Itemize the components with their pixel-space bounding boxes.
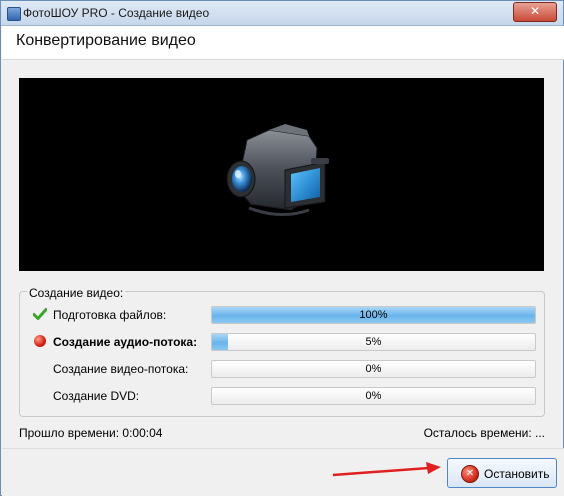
progress-value: 100% xyxy=(359,309,388,321)
stop-button[interactable]: Остановить xyxy=(447,458,557,488)
elapsed-time: Прошло времени: 0:00:04 xyxy=(19,426,163,440)
video-preview xyxy=(19,78,544,271)
red-dot-icon xyxy=(34,335,46,347)
progress-value: 5% xyxy=(365,336,382,348)
window-title: ФотоШОУ PRO - Создание видео xyxy=(23,6,210,20)
header: Конвертирование видео xyxy=(2,26,564,60)
stop-icon xyxy=(461,465,479,483)
row-label-prepare-files: Подготовка файлов: xyxy=(53,308,167,322)
title-bar[interactable]: ФотоШОУ PRO - Создание видео ✕ xyxy=(1,1,563,26)
app-icon xyxy=(7,7,21,21)
progress-bar-dvd: 0% xyxy=(211,387,536,405)
check-icon xyxy=(33,308,47,320)
remaining-time: Осталось времени: ... xyxy=(423,426,545,440)
progress-group-title: Создание видео: xyxy=(27,286,126,300)
progress-value: 0% xyxy=(365,390,382,402)
app-window: ФотоШОУ PRO - Создание видео ✕ Конвертир… xyxy=(0,0,564,496)
red-arrow-annotation xyxy=(332,462,441,477)
row-label-dvd: Создание DVD: xyxy=(53,389,140,403)
progress-bar-video-stream: 0% xyxy=(211,360,536,378)
camcorder-icon xyxy=(226,124,329,216)
row-label-video-stream: Создание видео-потока: xyxy=(53,362,189,376)
page-title: Конвертирование видео xyxy=(16,32,196,49)
progress-bar-prepare-files: 100% xyxy=(211,306,536,324)
stop-button-label: Остановить xyxy=(484,467,550,481)
progress-bar-audio-stream: 5% xyxy=(211,333,536,351)
row-label-audio-stream: Создание аудио-потока: xyxy=(53,335,198,349)
progress-value: 0% xyxy=(365,363,382,375)
window-close-button[interactable]: ✕ xyxy=(513,2,557,22)
